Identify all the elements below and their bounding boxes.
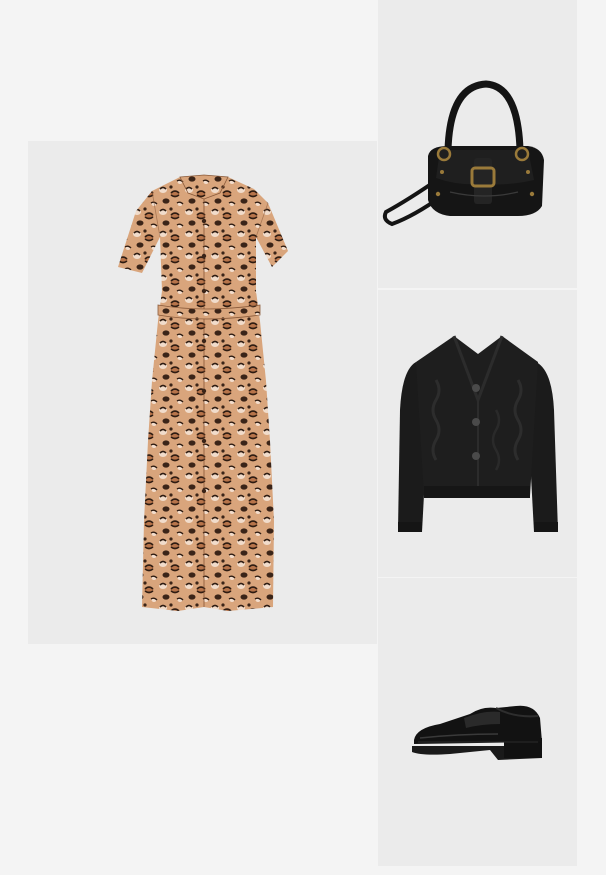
product-tile-cardigan[interactable] [378,290,577,577]
leopard-dress-image [28,141,377,644]
product-tile-dress[interactable] [28,141,377,644]
product-tile-bag[interactable] [378,0,577,288]
black-shoulder-bag-image [378,0,577,288]
black-cardigan-image [378,290,577,577]
black-loafer-image [378,578,577,866]
outfit-board [0,0,606,875]
product-tile-loafer[interactable] [378,578,577,866]
